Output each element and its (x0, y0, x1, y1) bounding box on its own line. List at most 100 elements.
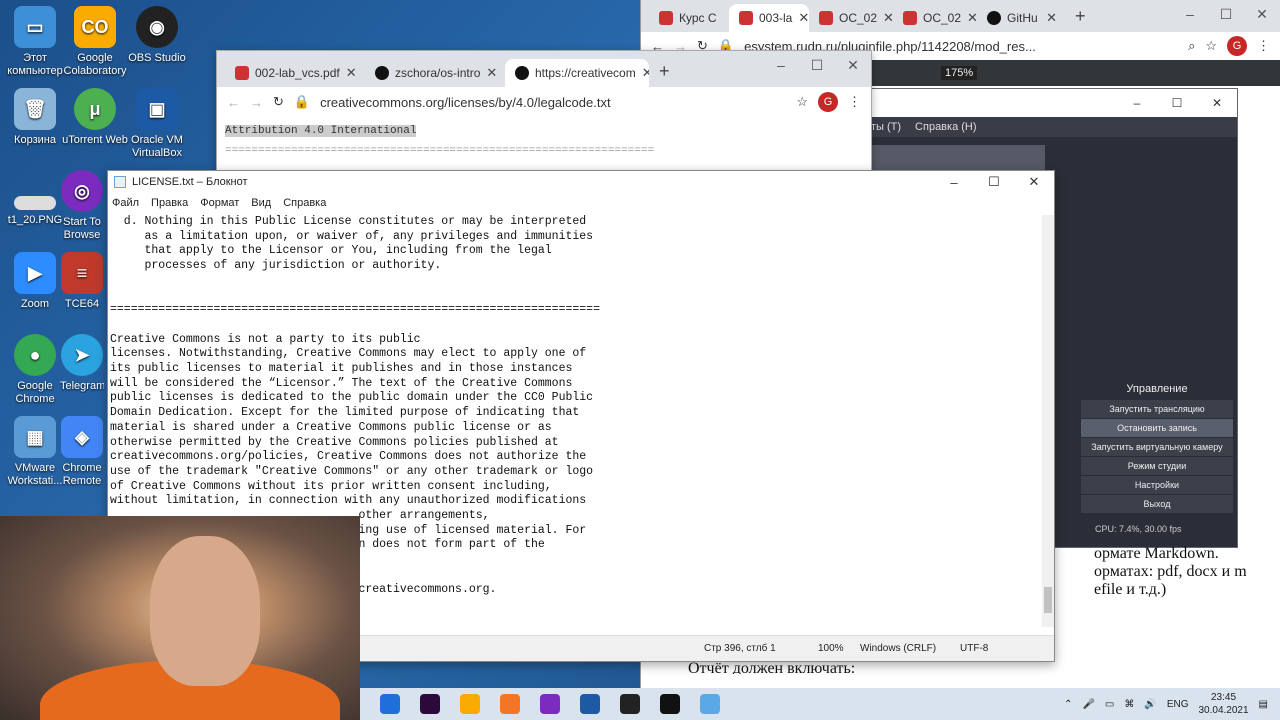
maximize-button[interactable]: ☐ (1157, 89, 1197, 117)
doc-heading: Отчёт должен включать: (688, 660, 856, 674)
forward-icon[interactable]: → (250, 95, 263, 110)
studio-mode-button[interactable]: Режим студии (1081, 457, 1233, 475)
menu-tools[interactable]: ты (T) (871, 121, 901, 133)
desktop-icon-utorrent[interactable]: μ uTorrent Web (60, 88, 130, 147)
desktop-icon-tce64[interactable]: ≡ TCE64 (60, 252, 104, 311)
close-window-button[interactable]: ✕ (1014, 171, 1054, 193)
stop-recording-button[interactable]: Остановить запись (1081, 419, 1233, 437)
network-icon[interactable]: ⌘ (1124, 699, 1134, 710)
close-icon[interactable]: ✕ (642, 65, 649, 81)
desktop-icon-virtualbox[interactable]: ▣ Oracle VM VirtualBox (122, 88, 192, 160)
taskbar-app-jupyter[interactable] (490, 688, 530, 720)
notifications-icon[interactable]: ▤ (1259, 699, 1268, 710)
close-window-button[interactable]: ✕ (835, 51, 871, 79)
tab-course[interactable]: Курс С (649, 4, 729, 32)
avatar[interactable]: G (1227, 36, 1247, 56)
volume-icon[interactable]: 🔊 (1144, 699, 1156, 710)
image-file-icon (14, 196, 56, 210)
exit-button[interactable]: Выход (1081, 495, 1233, 513)
close-icon[interactable]: ✕ (486, 65, 497, 81)
desktop-icon-label: Google Chrome (15, 380, 55, 405)
tab-os-02-b[interactable]: ОС_02 ✕ (893, 4, 977, 32)
minimize-button[interactable]: – (934, 171, 974, 193)
menu-edit[interactable]: Правка (151, 197, 188, 209)
taskbar-apps (370, 688, 730, 720)
tab-label: Курс С (679, 11, 717, 25)
text-line: its public licenses to material it publi… (110, 362, 573, 376)
minimize-button[interactable]: – (1172, 0, 1208, 28)
chevron-up-icon[interactable]: ⌃ (1064, 699, 1072, 710)
tab-os-02-a[interactable]: ОС_02 ✕ (809, 4, 893, 32)
menu-kebab-icon[interactable]: ⋮ (1257, 38, 1270, 54)
close-window-button[interactable]: ✕ (1197, 89, 1237, 117)
tab-label: 002-lab_vcs.pdf (255, 66, 340, 80)
back-icon[interactable]: ← (227, 95, 240, 110)
status-zoom: 100% (818, 643, 844, 654)
reload-icon[interactable]: ↻ (273, 94, 284, 110)
clock-time: 23:45 (1211, 692, 1237, 703)
github-icon (987, 11, 1001, 25)
taskbar-app-obs[interactable] (610, 688, 650, 720)
close-icon[interactable]: ✕ (883, 10, 893, 26)
webcam-person-face (150, 536, 260, 686)
tab-pdf[interactable]: 002-lab_vcs.pdf ✕ (225, 59, 365, 87)
zoom-icon: ▶ (14, 252, 56, 294)
desktop-icon-obs[interactable]: ◉ OBS Studio (122, 6, 192, 65)
star-icon[interactable]: ☆ (1205, 38, 1217, 54)
maximize-button[interactable]: ☐ (974, 171, 1014, 193)
url-text[interactable]: creativecommons.org/licenses/by/4.0/lega… (320, 95, 786, 110)
desktop-icon-tor[interactable]: ◎ Start To Browse (60, 170, 104, 242)
microphone-icon[interactable]: 🎤 (1082, 699, 1094, 710)
taskbar-app-tor[interactable] (530, 688, 570, 720)
taskbar-app-mail[interactable] (370, 688, 410, 720)
new-tab-button[interactable]: + (649, 61, 680, 87)
start-stream-button[interactable]: Запустить трансляцию (1081, 400, 1233, 418)
zoom-level[interactable]: 175% (941, 66, 978, 80)
menu-view[interactable]: Вид (251, 197, 271, 209)
new-tab-button[interactable]: + (1067, 6, 1094, 32)
doc-line: орматах: pdf, docx и m (1094, 563, 1247, 580)
scrollbar-thumb[interactable] (1044, 587, 1052, 613)
menu-help[interactable]: Справка (283, 197, 326, 209)
tab-github-repo[interactable]: zschora/os-intro ✕ (365, 59, 505, 87)
menu-file[interactable]: Файл (112, 197, 139, 209)
desktop-icon-chrome-remote[interactable]: ◈ Chrome Remote (60, 416, 104, 488)
vertical-scrollbar[interactable] (1042, 215, 1054, 627)
clock[interactable]: 23:45 30.04.2021 (1198, 691, 1248, 717)
taskbar-app-premiere[interactable] (410, 688, 450, 720)
menu-help[interactable]: Справка (H) (915, 121, 976, 133)
avatar[interactable]: G (818, 92, 838, 112)
tor-icon (540, 694, 560, 714)
tab-github[interactable]: GitHu ✕ (977, 4, 1067, 32)
tab-creativecommons[interactable]: https://creativecom ✕ (505, 59, 649, 87)
close-icon[interactable]: ✕ (967, 10, 977, 26)
address-bar[interactable]: ← → ↻ 🔒 creativecommons.org/licenses/by/… (217, 87, 871, 117)
taskbar-app-virtualbox[interactable] (570, 688, 610, 720)
settings-button[interactable]: Настройки (1081, 476, 1233, 494)
maximize-button[interactable]: ☐ (1208, 0, 1244, 28)
close-icon[interactable]: ✕ (1046, 10, 1057, 26)
minimize-button[interactable]: – (1117, 89, 1157, 117)
menu-kebab-icon[interactable]: ⋮ (848, 94, 861, 110)
start-virtual-camera-button[interactable]: Запустить виртуальную камеру (1081, 438, 1233, 456)
star-icon[interactable]: ☆ (796, 94, 808, 110)
battery-icon[interactable]: ▭ (1105, 699, 1114, 710)
taskbar-app-notepad[interactable] (690, 688, 730, 720)
close-window-button[interactable]: ✕ (1244, 0, 1280, 28)
minimize-button[interactable]: – (763, 51, 799, 79)
menu-format[interactable]: Формат (200, 197, 239, 209)
zoom-icon[interactable]: ⌕ (1188, 38, 1195, 54)
close-icon[interactable]: ✕ (798, 10, 809, 26)
github-icon (375, 66, 389, 80)
desktop-icon-telegram[interactable]: ➤ Telegram (60, 334, 104, 393)
maximize-button[interactable]: ☐ (799, 51, 835, 79)
chrome-window-creativecommons: 002-lab_vcs.pdf ✕ zschora/os-intro ✕ https… (216, 50, 872, 180)
notepad-icon (700, 694, 720, 714)
desktop-icon-colab[interactable]: CO Google Colaboratory (60, 6, 130, 78)
tab-003-lab[interactable]: 003-la ✕ (729, 4, 809, 32)
desktop-icon-label: Start To Browse (63, 216, 101, 241)
language-indicator[interactable]: ENG (1167, 699, 1189, 710)
taskbar-app-colab[interactable] (450, 688, 490, 720)
close-icon[interactable]: ✕ (346, 65, 357, 81)
taskbar-app-terminal[interactable] (650, 688, 690, 720)
